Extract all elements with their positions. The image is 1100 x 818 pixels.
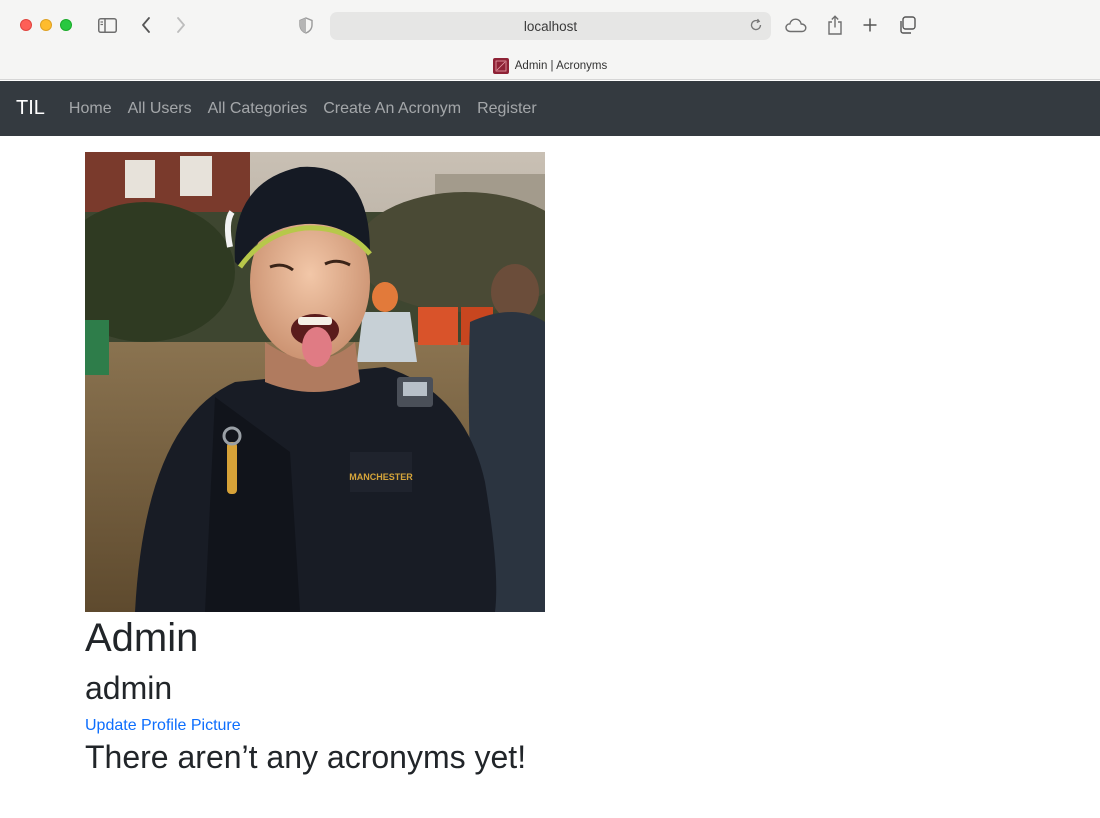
site-navbar: TIL Home All Users All Categories Create… <box>0 81 1100 136</box>
nav-link-home[interactable]: Home <box>69 100 112 118</box>
navbar-brand[interactable]: TIL <box>16 97 45 120</box>
no-acronyms-message: There aren’t any acronyms yet! <box>85 739 527 775</box>
svg-text:MANCHESTER: MANCHESTER <box>349 472 413 482</box>
profile-content: MANCHESTER Admin admin Update Profile Pi… <box>85 152 545 776</box>
browser-toolbar: localhost Admin | Acronyms <box>0 0 1100 80</box>
close-window-button[interactable] <box>20 19 32 31</box>
active-tab[interactable]: Admin | Acronyms <box>0 52 1100 80</box>
share-icon[interactable] <box>826 14 844 36</box>
nav-link-all-users[interactable]: All Users <box>128 100 192 118</box>
reload-icon[interactable] <box>749 18 765 34</box>
window-controls <box>20 19 72 31</box>
favicon-icon <box>492 58 509 74</box>
profile-picture: MANCHESTER <box>85 152 545 612</box>
profile-username: admin <box>85 670 173 706</box>
nav-link-all-categories[interactable]: All Categories <box>208 100 308 118</box>
nav-link-create-acronym[interactable]: Create An Acronym <box>323 100 461 118</box>
forward-icon[interactable] <box>174 16 188 34</box>
address-bar[interactable]: localhost <box>330 12 771 40</box>
tab-title: Admin | Acronyms <box>514 60 608 72</box>
url-text: localhost <box>523 18 578 34</box>
update-profile-picture-link[interactable]: Update Profile Picture <box>85 714 241 738</box>
profile-name: Admin <box>85 616 199 660</box>
cloud-icon[interactable] <box>785 16 807 34</box>
sidebar-icon[interactable] <box>97 16 117 34</box>
minimize-window-button[interactable] <box>40 19 52 31</box>
shield-icon <box>298 16 314 34</box>
tabs-overview-icon[interactable] <box>897 16 917 34</box>
new-tab-icon[interactable] <box>861 16 879 34</box>
zoom-window-button[interactable] <box>60 19 72 31</box>
nav-link-register[interactable]: Register <box>477 100 537 118</box>
back-icon[interactable] <box>139 16 153 34</box>
